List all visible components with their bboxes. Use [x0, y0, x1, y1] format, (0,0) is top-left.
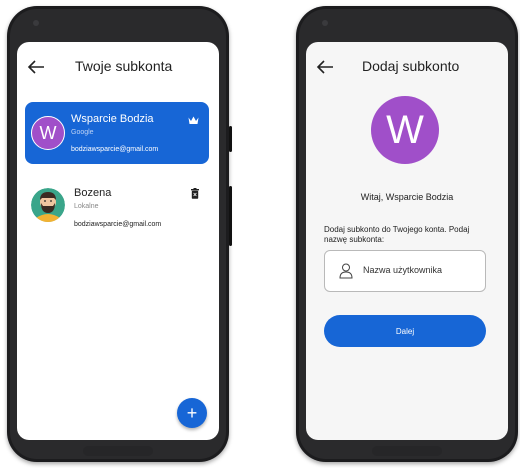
user-icon	[339, 263, 353, 279]
phone-frame-left: Twoje subkonta W Wsparcie Bodzia Google …	[7, 6, 232, 462]
page-title: Dodaj subkonto	[362, 58, 460, 74]
username-input[interactable]: Nazwa użytkownika	[324, 250, 486, 292]
camera	[33, 20, 39, 26]
account-type: Lokalne	[74, 203, 99, 210]
avatar-initial: W	[39, 122, 57, 143]
account-type: Google	[71, 129, 94, 136]
avatar-initial: W	[386, 107, 424, 152]
avatar: W	[31, 116, 65, 150]
add-subaccount-screen: Dodaj subkonto W Witaj, Wsparcie Bodzia …	[306, 42, 508, 440]
profile-avatar: W	[371, 96, 439, 164]
account-name: Wsparcie Bodzia	[71, 113, 154, 125]
account-name: Bozena	[74, 187, 112, 199]
app-bar: Dodaj subkonto	[306, 42, 508, 92]
power-button	[229, 126, 232, 152]
account-card-local[interactable]: Bozena Lokalne bodziawsparcie@gmail.com	[25, 182, 209, 236]
add-subaccount-fab[interactable]: +	[177, 398, 207, 428]
speaker	[372, 446, 442, 456]
trash-icon[interactable]	[191, 188, 199, 199]
app-bar: Twoje subkonta	[17, 42, 219, 92]
account-email: bodziawsparcie@gmail.com	[71, 146, 159, 153]
subaccounts-screen: Twoje subkonta W Wsparcie Bodzia Google …	[17, 42, 219, 440]
speaker	[83, 446, 153, 456]
avatar-bearded-man	[31, 188, 65, 222]
volume-button	[229, 186, 232, 246]
account-email: bodziawsparcie@gmail.com	[74, 221, 162, 228]
instruction-text: Dodaj subkonto do Twojego konta. Podaj n…	[324, 225, 470, 244]
camera	[322, 20, 328, 26]
phone-frame-right: Dodaj subkonto W Witaj, Wsparcie Bodzia …	[296, 6, 518, 462]
back-arrow-icon[interactable]	[316, 59, 334, 75]
account-card-google[interactable]: W Wsparcie Bodzia Google bodziawsparcie@…	[25, 102, 209, 164]
next-button[interactable]: Dalej	[324, 315, 486, 347]
crown-icon	[188, 116, 199, 124]
welcome-text: Witaj, Wsparcie Bodzia	[360, 192, 454, 202]
username-placeholder: Nazwa użytkownika	[363, 265, 443, 275]
page-title: Twoje subkonta	[75, 58, 173, 74]
back-arrow-icon[interactable]	[27, 59, 45, 75]
